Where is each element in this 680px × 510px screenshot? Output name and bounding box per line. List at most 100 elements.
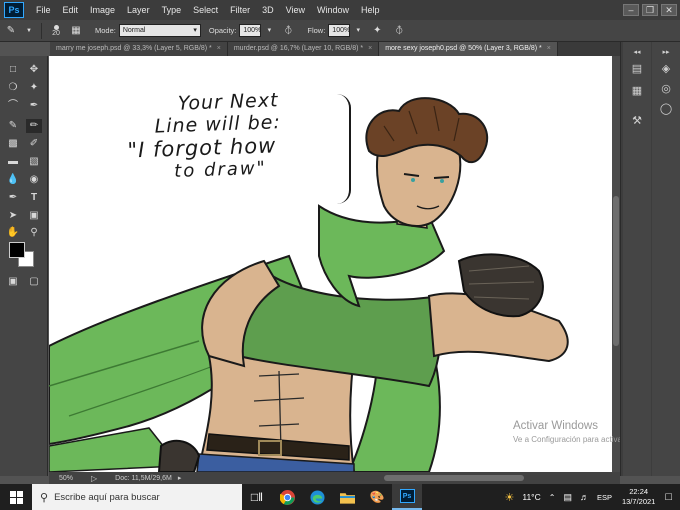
- tab-marry-me-joseph[interactable]: marry me joseph.psd @ 33,3% (Layer 5, RG…: [50, 42, 228, 56]
- scroll-thumb[interactable]: [613, 196, 619, 346]
- mode-select[interactable]: Normal ▾: [118, 24, 201, 37]
- weather-icon[interactable]: ☀: [504, 491, 514, 504]
- tab-murder[interactable]: murder.psd @ 16,7% (Layer 10, RGB/8) * ×: [227, 42, 380, 56]
- tool-presets-icon[interactable]: ⚒: [627, 112, 647, 130]
- menu-select[interactable]: Select: [187, 0, 224, 20]
- edge-icon[interactable]: [302, 484, 332, 510]
- menu-help[interactable]: Help: [355, 0, 386, 20]
- pressure-opacity-icon[interactable]: ⦽: [281, 24, 295, 38]
- taskbar-search-input[interactable]: ⚲ Escribe aquí para buscar: [32, 484, 242, 510]
- caption-bracket: [337, 94, 351, 204]
- divider: [41, 22, 42, 39]
- folder-icon: [339, 492, 355, 504]
- lasso-tool-icon[interactable]: ❍: [5, 81, 21, 95]
- brush-panel-icon[interactable]: ▦: [69, 24, 83, 38]
- rectangle-tool-icon[interactable]: ▣: [26, 209, 42, 223]
- move-tool-icon[interactable]: ✥: [26, 63, 42, 77]
- screen-mode-icon[interactable]: ▢: [26, 275, 42, 289]
- panel-dock: ◂◂ ▤ ▦ ⚒ ▸▸ ◈ ◎ ◯: [620, 42, 680, 476]
- blur-tool-icon[interactable]: 💧: [5, 173, 21, 187]
- clock[interactable]: 22:24 13/7/2021: [622, 487, 655, 507]
- eraser-tool-icon[interactable]: ▬: [5, 155, 21, 169]
- clone-stamp-tool-icon[interactable]: ▩: [5, 137, 21, 151]
- path-selection-tool-icon[interactable]: ➤: [5, 209, 21, 223]
- temperature[interactable]: 11°C: [522, 492, 540, 502]
- menu-3d[interactable]: 3D: [256, 0, 280, 20]
- paths-icon[interactable]: ◯: [656, 100, 676, 118]
- dodge-tool-icon[interactable]: ◉: [26, 173, 42, 187]
- magic-wand-tool-icon[interactable]: ✦: [26, 81, 42, 95]
- foreground-color-swatch[interactable]: [9, 242, 25, 258]
- tab-more-sexy-joseph[interactable]: more sexy joseph0.psd @ 50% (Layer 3, RG…: [379, 42, 558, 56]
- menu-window[interactable]: Window: [311, 0, 355, 20]
- zoom-level[interactable]: 50%: [59, 475, 83, 482]
- horizontal-scroll-thumb[interactable]: [384, 475, 524, 481]
- menu-edit[interactable]: Edit: [57, 0, 85, 20]
- chevron-down-icon[interactable]: ▾: [354, 24, 362, 38]
- windows-logo-icon: [9, 490, 23, 504]
- chevron-down-icon[interactable]: ▼: [26, 24, 32, 38]
- healing-brush-tool-icon[interactable]: ✎: [5, 119, 21, 133]
- channels-icon[interactable]: ◎: [656, 80, 676, 98]
- crop-tool-icon[interactable]: ⌒: [5, 99, 21, 113]
- drawing-canvas[interactable]: Your Next Line will be: "I forgot how to…: [49, 56, 612, 472]
- chevron-down-icon[interactable]: ▾: [265, 24, 273, 38]
- document-size: Doc: 11,5M/29,6M: [115, 474, 172, 482]
- chevron-up-icon[interactable]: ⌃: [549, 493, 556, 502]
- menu-filter[interactable]: Filter: [224, 0, 256, 20]
- gradient-tool-icon[interactable]: ▧: [26, 155, 42, 169]
- paint-app-icon[interactable]: 🎨: [362, 484, 392, 510]
- close-button[interactable]: ✕: [661, 4, 677, 16]
- pen-tool-icon[interactable]: ✒: [5, 191, 21, 205]
- status-bar: 50% ▷ Doc: 11,5M/29,6M ▸: [49, 472, 620, 484]
- mode-value: Normal: [122, 27, 146, 34]
- chevron-right-icon[interactable]: ▸: [178, 474, 182, 482]
- type-tool-icon[interactable]: T: [26, 191, 42, 205]
- status-options-icon[interactable]: ▷: [91, 474, 97, 483]
- menu-type[interactable]: Type: [156, 0, 188, 20]
- photoshop-taskbar-icon[interactable]: Ps: [392, 484, 422, 510]
- file-explorer-icon[interactable]: [332, 484, 362, 510]
- hand-tool-icon[interactable]: ✋: [5, 226, 21, 240]
- clock-time: 22:24: [629, 487, 649, 496]
- menu-layer[interactable]: Layer: [121, 0, 156, 20]
- menu-file[interactable]: File: [30, 0, 57, 20]
- volume-icon[interactable]: ♬: [580, 492, 589, 502]
- photoshop-logo: Ps: [4, 2, 24, 18]
- close-icon[interactable]: ×: [217, 42, 221, 56]
- quick-mask-icon[interactable]: ▣: [5, 275, 21, 289]
- canvas-area[interactable]: Your Next Line will be: "I forgot how to…: [49, 56, 620, 472]
- task-view-icon[interactable]: □‖: [242, 484, 272, 510]
- photoshop-window: Ps File Edit Image Layer Type Select Fil…: [0, 0, 680, 510]
- restore-button[interactable]: ❐: [642, 4, 658, 16]
- flow-field[interactable]: 100%: [328, 24, 351, 37]
- network-icon[interactable]: ▤: [563, 492, 572, 503]
- eyedropper-tool-icon[interactable]: ✒: [26, 99, 42, 113]
- menu-image[interactable]: Image: [84, 0, 121, 20]
- histogram-icon[interactable]: ▤: [627, 60, 647, 78]
- close-icon[interactable]: ×: [547, 42, 551, 56]
- dock-column-left: ◂◂ ▤ ▦ ⚒: [623, 42, 651, 476]
- airbrush-icon[interactable]: ✦: [370, 24, 384, 38]
- language-indicator[interactable]: ESP: [597, 493, 612, 502]
- chrome-icon[interactable]: [272, 484, 302, 510]
- window-controls: – ❐ ✕: [623, 0, 680, 16]
- menu-view[interactable]: View: [280, 0, 311, 20]
- pressure-size-icon[interactable]: ⦽: [392, 24, 406, 38]
- brush-tool-icon[interactable]: ✏: [26, 119, 42, 133]
- vertical-scrollbar[interactable]: [612, 56, 620, 472]
- zoom-tool-icon[interactable]: ⚲: [26, 226, 42, 240]
- start-button[interactable]: [0, 484, 32, 510]
- minimize-button[interactable]: –: [623, 4, 639, 16]
- layers-icon[interactable]: ◈: [656, 60, 676, 78]
- document-tabs: marry me joseph.psd @ 33,3% (Layer 5, RG…: [50, 42, 620, 56]
- notifications-icon[interactable]: □: [665, 491, 672, 503]
- history-brush-tool-icon[interactable]: ✐: [26, 137, 42, 151]
- system-tray: ☀ 11°C ⌃ ▤ ♬ ESP 22:24 13/7/2021 □: [500, 484, 680, 510]
- opacity-field[interactable]: 100%: [239, 24, 262, 37]
- close-icon[interactable]: ×: [368, 42, 372, 56]
- marquee-tool-icon[interactable]: □: [5, 63, 21, 77]
- navigator-icon[interactable]: ▦: [627, 82, 647, 100]
- brush-tool-preset-icon[interactable]: ✎: [4, 24, 18, 38]
- brush-size-picker[interactable]: 20: [47, 24, 65, 37]
